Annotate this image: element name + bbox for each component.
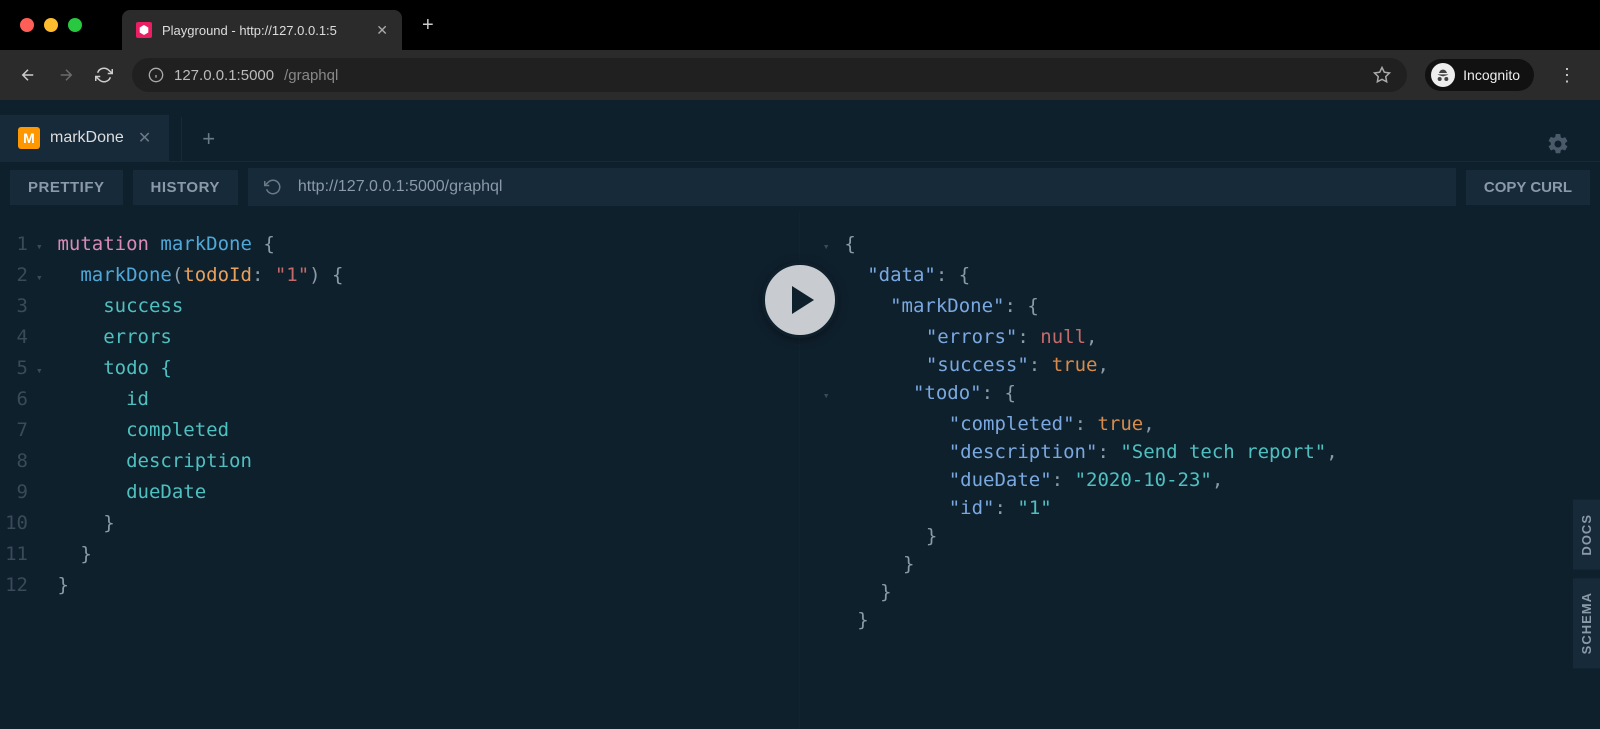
close-operation-tab-icon[interactable]: ✕ — [138, 128, 151, 148]
back-button[interactable] — [18, 65, 38, 85]
playground-toolbar: PRETTIFY HISTORY http://127.0.0.1:5000/g… — [0, 162, 1600, 212]
settings-icon[interactable] — [1516, 132, 1600, 161]
new-browser-tab-button[interactable]: + — [402, 14, 454, 37]
star-icon[interactable] — [1373, 66, 1391, 84]
playground-tabs: M markDone ✕ + — [0, 100, 1600, 162]
info-icon — [148, 67, 164, 83]
browser-menu-button[interactable]: ⋮ — [1552, 65, 1582, 86]
query-editor[interactable]: 1▾ mutation markDone { 2▾ markDone(todoI… — [0, 212, 800, 729]
tab-favicon — [136, 22, 152, 38]
operation-tab[interactable]: M markDone ✕ — [0, 115, 169, 161]
mutation-badge: M — [18, 127, 40, 149]
reload-button[interactable] — [94, 65, 114, 85]
graphql-playground: M markDone ✕ + PRETTIFY HISTORY http://1… — [0, 100, 1600, 729]
playground-main: 1▾ mutation markDone { 2▾ markDone(todoI… — [0, 212, 1600, 729]
forward-button[interactable] — [56, 65, 76, 85]
incognito-indicator[interactable]: Incognito — [1425, 59, 1534, 91]
history-button[interactable]: HISTORY — [133, 170, 238, 205]
incognito-label: Incognito — [1463, 67, 1520, 83]
new-operation-tab-button[interactable]: + — [181, 117, 235, 161]
url-host: 127.0.0.1:5000 — [174, 67, 274, 84]
incognito-icon — [1431, 63, 1455, 87]
copy-curl-button[interactable]: COPY CURL — [1466, 170, 1590, 205]
minimize-window-button[interactable] — [44, 18, 58, 32]
browser-tab[interactable]: Playground - http://127.0.0.1:5 ✕ — [122, 10, 402, 50]
url-path: /graphql — [284, 67, 338, 84]
maximize-window-button[interactable] — [68, 18, 82, 32]
schema-panel-tab[interactable]: SCHEMA — [1573, 578, 1600, 668]
operation-tab-label: markDone — [50, 129, 124, 147]
run-query-button[interactable] — [762, 262, 838, 338]
reload-endpoint-icon[interactable] — [264, 178, 282, 196]
response-viewer: ▾ { ▾ "data": { ▾ "markDone": { "errors"… — [800, 212, 1600, 729]
prettify-button[interactable]: PRETTIFY — [10, 170, 123, 205]
play-icon — [792, 286, 814, 314]
url-bar[interactable]: 127.0.0.1:5000/graphql — [132, 58, 1407, 92]
tab-title: Playground - http://127.0.0.1:5 — [162, 23, 337, 38]
endpoint-url: http://127.0.0.1:5000/graphql — [298, 178, 503, 196]
docs-panel-tab[interactable]: DOCS — [1573, 500, 1600, 570]
browser-toolbar: 127.0.0.1:5000/graphql Incognito ⋮ — [0, 50, 1600, 100]
close-tab-icon[interactable]: ✕ — [376, 22, 388, 39]
close-window-button[interactable] — [20, 18, 34, 32]
endpoint-input[interactable]: http://127.0.0.1:5000/graphql — [248, 168, 1456, 206]
browser-titlebar: Playground - http://127.0.0.1:5 ✕ + — [0, 0, 1600, 50]
traffic-lights — [0, 18, 82, 32]
